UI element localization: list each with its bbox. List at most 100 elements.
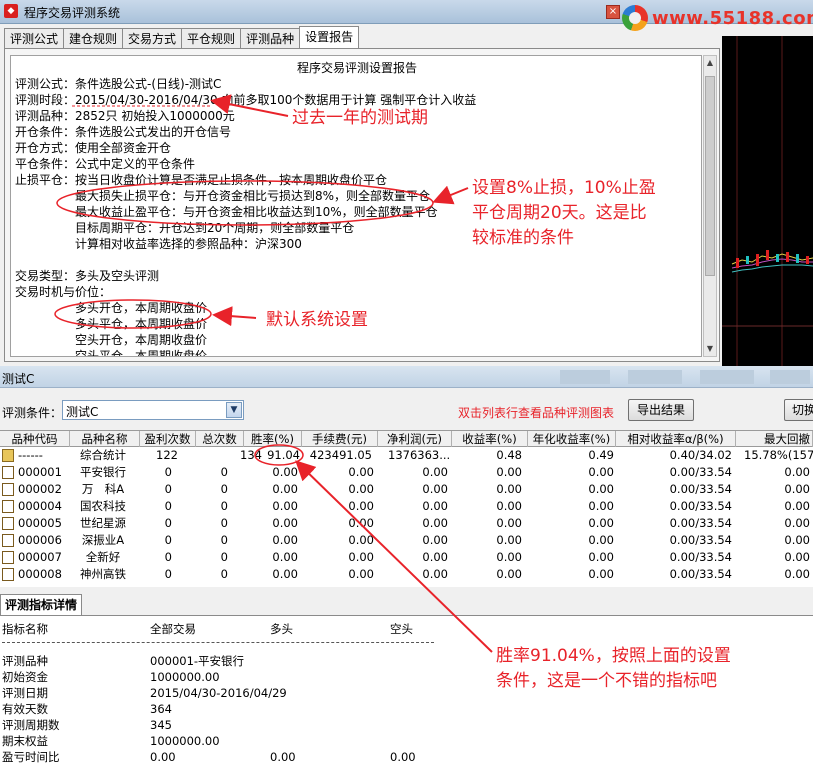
tab-trade-mode[interactable]: 交易方式 — [122, 28, 183, 49]
cell-annual-return: 0.49 — [588, 448, 614, 462]
switch-button[interactable]: 切换 — [784, 399, 813, 421]
cell-win-rate: 0.00 — [272, 567, 298, 581]
col-header-fee[interactable]: 手续费(元) — [302, 431, 378, 447]
settings-tabs: 评测公式 建仓规则 交易方式 平仓规则 评测品种 设置报告 — [4, 26, 360, 49]
detail-row-name: 期末权益 — [2, 734, 48, 748]
scroll-up-icon[interactable]: ▲ — [704, 56, 716, 70]
cell-relative-return: 0.00/33.54 — [669, 533, 732, 547]
cell-max-drawdown: 0.00 — [784, 516, 810, 530]
cell-code: 000005 — [18, 516, 62, 530]
cell-code: 000004 — [18, 499, 62, 513]
cell-code: 000001 — [18, 465, 62, 479]
cell-fee: 0.00 — [348, 550, 374, 564]
cell-annual-return: 0.00 — [588, 482, 614, 496]
col-header-name[interactable]: 品种名称 — [70, 431, 140, 447]
detail-row-all: 2015/04/30-2016/04/29 — [150, 686, 287, 700]
scroll-down-icon[interactable]: ▼ — [704, 342, 716, 356]
annotation-win-line2: 条件，这是一个不错的指标吧 — [496, 671, 717, 691]
cell-max-drawdown: 0.00 — [784, 567, 810, 581]
chevron-down-icon[interactable]: ▼ — [226, 402, 242, 418]
cell-annual-return: 0.00 — [588, 516, 614, 530]
col-header-total[interactable]: 总次数 — [196, 431, 244, 447]
cell-name: 深振业A — [81, 533, 125, 547]
col-header-code[interactable]: 品种代码 — [0, 431, 70, 447]
tab-instruments[interactable]: 评测品种 — [240, 28, 301, 49]
tab-open-rules[interactable]: 建仓规则 — [63, 28, 124, 49]
tab-metric-details[interactable]: 评测指标详情 — [0, 594, 83, 616]
col-header-return[interactable]: 收益率(%) — [452, 431, 528, 447]
results-table-body: ------ 综合统计 122 134 91.04 423491.05 1376… — [0, 447, 813, 587]
table-row[interactable]: 000005 世纪星源 0 0 0.00 0.00 0.00 0.00 0.00… — [0, 515, 813, 532]
report-line: 评测公式：条件选股公式-(日线)-测试C — [15, 77, 222, 91]
tab-settings-report[interactable]: 设置报告 — [299, 26, 360, 49]
col-header-win-rate[interactable]: 胜率(%) — [244, 431, 302, 447]
col-header-annual-return[interactable]: 年化收益率(%) — [528, 431, 616, 447]
watermark-text: www.55188.com — [652, 8, 813, 29]
col-header-net-profit[interactable]: 净利润(元) — [378, 431, 452, 447]
cell-total: 0 — [220, 482, 228, 496]
table-row[interactable]: ------ 综合统计 122 134 91.04 423491.05 1376… — [0, 447, 813, 464]
cell-name: 综合统计 — [80, 448, 126, 462]
annotation-default: 默认系统设置 — [266, 310, 368, 330]
condition-select[interactable]: 测试C ▼ — [62, 400, 244, 420]
cell-win-rate: 0.00 — [272, 533, 298, 547]
table-row[interactable]: 000004 国农科技 0 0 0.00 0.00 0.00 0.00 0.00… — [0, 498, 813, 515]
cell-return: 0.00 — [496, 499, 522, 513]
table-row[interactable]: 000001 平安银行 0 0 0.00 0.00 0.00 0.00 0.00… — [0, 464, 813, 481]
tab-formula[interactable]: 评测公式 — [4, 28, 65, 49]
watermark-logo-icon — [622, 5, 648, 31]
table-row[interactable]: 000008 神州高铁 0 0 0.00 0.00 0.00 0.00 0.00… — [0, 566, 813, 583]
window-title: 程序交易评测系统 — [24, 6, 121, 20]
cell-win-rate: 0.00 — [272, 516, 298, 530]
detail-header-metric: 指标名称 — [2, 622, 48, 636]
export-results-button[interactable]: 导出结果 — [628, 399, 694, 421]
detail-row-name: 初始资金 — [2, 670, 48, 684]
watermark: www.55188.com — [622, 2, 813, 36]
scroll-thumb[interactable] — [705, 76, 715, 276]
cell-win-rate: 91.04 — [267, 448, 300, 462]
cell-return: 0.00 — [496, 516, 522, 530]
detail-row-long: 0.00 — [270, 750, 296, 764]
cell-relative-return: 0.00/33.54 — [669, 550, 732, 564]
col-header-relative-return[interactable]: 相对收益率α/β(%) — [616, 431, 736, 447]
table-row[interactable]: 000002 万 科A 0 0 0.00 0.00 0.00 0.00 0.00… — [0, 481, 813, 498]
detail-row-name: 有效天数 — [2, 702, 48, 716]
cell-max-drawdown: 0.00 — [784, 482, 810, 496]
document-icon — [2, 500, 14, 513]
cell-max-drawdown: 15.78%(157 — [744, 448, 813, 462]
report-scrollbar[interactable]: ▲ ▼ — [703, 55, 717, 357]
cell-wins: 0 — [164, 516, 172, 530]
table-row[interactable]: 000006 深振业A 0 0 0.00 0.00 0.00 0.00 0.00… — [0, 532, 813, 549]
detail-row-name: 评测周期数 — [2, 718, 60, 732]
cell-max-drawdown: 0.00 — [784, 533, 810, 547]
app-icon: ◆ — [4, 4, 18, 18]
cell-annual-return: 0.00 — [588, 550, 614, 564]
col-header-wins[interactable]: 盈利次数 — [140, 431, 196, 447]
cell-annual-return: 0.00 — [588, 533, 614, 547]
cell-relative-return: 0.00/33.54 — [669, 482, 732, 496]
table-row[interactable]: 000007 全新好 0 0 0.00 0.00 0.00 0.00 0.00 … — [0, 549, 813, 566]
cell-total: 0 — [220, 550, 228, 564]
cell-name: 世纪星源 — [80, 516, 126, 530]
report-title: 程序交易评测设置报告 — [296, 61, 417, 75]
cell-net-profit: 0.00 — [422, 567, 448, 581]
condition-select-value: 测试C — [66, 405, 99, 419]
tab-close-rules[interactable]: 平仓规则 — [181, 28, 242, 49]
cell-fee: 0.00 — [348, 516, 374, 530]
report-line: 开仓方式：使用全部资金开仓 — [15, 141, 172, 155]
col-header-max-drawdown[interactable]: 最大回撤 — [736, 431, 813, 447]
cell-total: 0 — [220, 499, 228, 513]
document-icon — [2, 483, 14, 496]
cell-name: 全新好 — [85, 550, 121, 564]
cell-return: 0.00 — [496, 550, 522, 564]
condition-label: 评测条件： — [2, 406, 63, 420]
results-table-header: 品种代码 品种名称 盈利次数 总次数 胜率(%) 手续费(元) 净利润(元) 收… — [0, 430, 813, 447]
detail-row-name: 评测日期 — [2, 686, 48, 700]
window-close-button[interactable]: × — [606, 5, 620, 19]
report-line: 最大收益止盈平仓：与开仓资金相比收益达到10%，则全部数量平仓 — [75, 205, 438, 219]
app-root: ◆ 程序交易评测系统 × www.55188.com 评测公式 建仓规则 交易方… — [0, 0, 813, 766]
cell-net-profit: 1376363... — [388, 448, 451, 462]
report-line: 目标周期平仓：开仓达到20个周期，则全部数量平仓 — [75, 221, 355, 235]
cell-name: 国农科技 — [80, 499, 126, 513]
document-icon — [2, 568, 14, 581]
